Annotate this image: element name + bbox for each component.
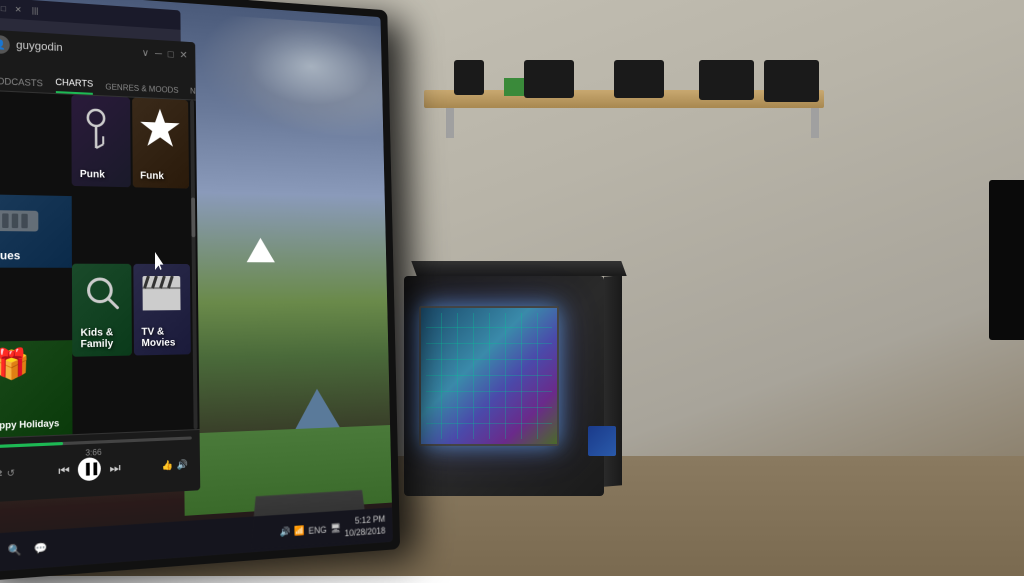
user-avatar: 👤: [0, 35, 10, 54]
clapperboard-icon: [141, 274, 183, 311]
music-app-window[interactable]: 👤 guygodin ∨ ─ □ ✕ PODCASTS CHARTS GENRE…: [0, 29, 200, 503]
progress-bar-fill: [0, 442, 63, 448]
chevron-down-icon[interactable]: ∨: [142, 47, 149, 58]
taskbar-time: 5:12 PM 10/28/2018: [344, 514, 385, 540]
star-icon: [138, 106, 182, 151]
browser-bars-icon: |||: [32, 6, 39, 15]
right-controls: 👍 🔊: [162, 459, 189, 472]
nav-podcasts[interactable]: PODCASTS: [0, 76, 43, 93]
shelf-item-2: [524, 60, 574, 98]
shelf-item-5: [764, 60, 819, 102]
play-button[interactable]: ▐▐: [78, 457, 101, 481]
browser-close-btn[interactable]: ✕: [13, 4, 24, 15]
punk-genre-card[interactable]: Punk: [71, 95, 130, 187]
blues-genre-card[interactable]: Blues: [0, 194, 72, 268]
next-button[interactable]: ⏭: [109, 460, 120, 476]
funk-label: Funk: [140, 170, 164, 182]
titlebar-buttons: ─ □ ✕: [155, 48, 188, 61]
tv-frame: [989, 180, 1024, 340]
clouds: [199, 14, 384, 137]
mountain-snow: [246, 238, 275, 263]
kids-genre-card[interactable]: Kids & Family: [72, 264, 132, 357]
date: 10/28/2018: [344, 525, 385, 539]
taskbar-right: 🔊 📶 ENG 🖥 5:12 PM 10/28/2018: [280, 514, 386, 545]
taskbar-icon-2[interactable]: 🔍: [5, 541, 25, 562]
pc-circuit-pattern: [426, 313, 552, 439]
punk-label: Punk: [80, 169, 105, 181]
volume-controls: ⇄ ↺: [0, 467, 15, 480]
funk-genre-card[interactable]: Funk: [132, 98, 189, 189]
tv-movies-genre-card[interactable]: TV & Movies: [133, 264, 191, 356]
shelf-item-1: [454, 60, 484, 95]
safety-pin-icon: [80, 105, 121, 157]
genre-grid: Punk Funk Kids & Fa: [71, 95, 191, 434]
taskbar-icon-3[interactable]: 💬: [31, 539, 50, 560]
pc-side-screen: [588, 426, 616, 456]
prev-button[interactable]: ⏮: [58, 462, 69, 478]
volume-icon[interactable]: 🔊: [177, 459, 188, 471]
music-close-btn[interactable]: ✕: [179, 50, 187, 61]
shuffle-icon[interactable]: ⇄: [0, 468, 2, 480]
blues-label: Blues: [0, 250, 20, 263]
browser-maximize-btn[interactable]: □: [0, 3, 9, 14]
network-icon[interactable]: 📶: [294, 525, 305, 537]
monitor-screen: ─ □ ✕ ||| ▽ ≡ 👤 guygodin ∨ ─ □ ✕: [0, 0, 393, 573]
language-indicator: ENG: [308, 524, 326, 535]
shelf-support-left: [446, 108, 454, 138]
playback-bar: 3:66 ⇄ ↺ ⏮ ▐▐ ⏭ 👍: [0, 429, 200, 503]
pc-rgb-window: [419, 306, 559, 446]
transport-controls: ⏮ ▐▐ ⏭: [58, 456, 120, 482]
shelf-item-3: [614, 60, 664, 98]
shelf-support-right: [811, 108, 819, 138]
volume-indicator[interactable]: 🔊: [280, 526, 291, 538]
shelf-item-4: [699, 60, 754, 100]
scrollbar-thumb[interactable]: [191, 198, 195, 238]
shelf-item-green: [504, 78, 524, 96]
holiday-label: Happy Holidays: [0, 418, 59, 431]
music-minimize-btn[interactable]: ─: [155, 48, 162, 59]
pc-tower-top: [411, 261, 626, 276]
harmonica-icon: [0, 205, 40, 237]
pc-tower: [404, 276, 604, 496]
repeat-icon[interactable]: ↺: [7, 467, 15, 479]
music-maximize-btn[interactable]: □: [168, 49, 174, 60]
pc-tower-body: [404, 276, 604, 496]
magnifier-icon: [83, 274, 120, 311]
monitor-frame: ─ □ ✕ ||| ▽ ≡ 👤 guygodin ∨ ─ □ ✕: [0, 0, 400, 583]
thumbs-up-icon[interactable]: 👍: [162, 459, 173, 471]
tv-movies-label: TV & Movies: [141, 326, 190, 349]
taskbar-icons: ⊞ 🔍 💬: [0, 524, 276, 564]
music-username: guygodin: [16, 39, 136, 58]
holiday-genre-card[interactable]: 🎁 Happy Holidays: [0, 340, 72, 438]
kids-label: Kids & Family: [80, 327, 131, 350]
nav-charts[interactable]: CHARTS: [55, 77, 93, 95]
display-icon[interactable]: 🖥: [330, 523, 341, 535]
gift-icon: 🎁: [0, 346, 30, 382]
